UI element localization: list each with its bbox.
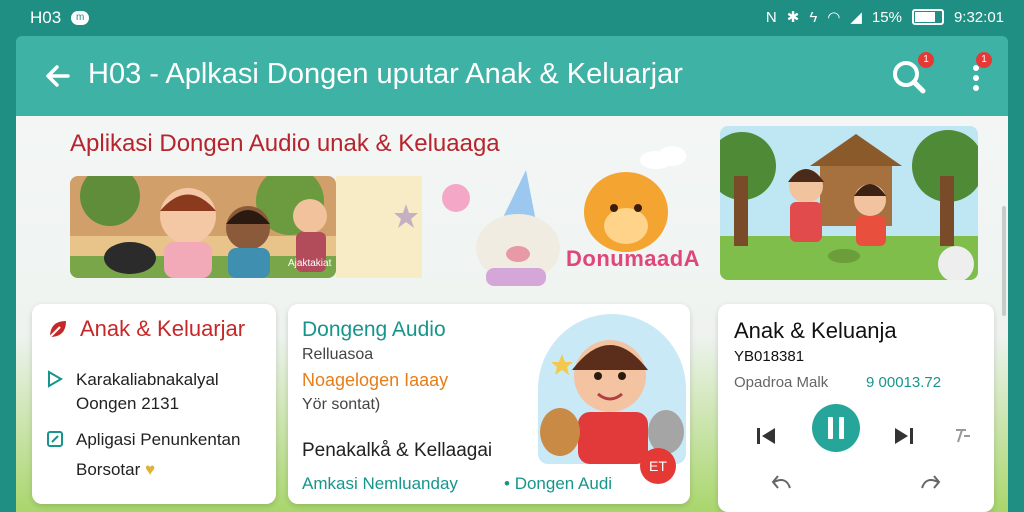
- notification-icon: m: [71, 11, 90, 25]
- skip-next-icon: [895, 428, 913, 444]
- signal-icon: ◢: [850, 9, 862, 26]
- play-arrow-icon: [48, 370, 63, 388]
- rewind-icon: [771, 475, 791, 489]
- skip-previous-icon: [757, 428, 775, 444]
- status-bar: H03 m N ✱ ϟ ◠ ◢ 15% 9:32:01: [0, 0, 1024, 36]
- hero-strip: [336, 176, 422, 278]
- audio-card-highlight: Noagelogen Iaaay: [302, 370, 449, 390]
- next-button[interactable]: [890, 416, 918, 456]
- vibrate-icon: ϟ: [809, 8, 818, 26]
- scrollbar-thumb[interactable]: [1002, 206, 1006, 316]
- forward-button[interactable]: [918, 470, 942, 494]
- family-card[interactable]: Anak & Keluarjar Karakaliabnakalyal Oong…: [32, 304, 276, 504]
- app-bar: H03 - Aplkasi Dongen uputar Anak & Kelua…: [16, 36, 1008, 116]
- previous-button[interactable]: [752, 416, 780, 456]
- carrier-label: H03: [30, 8, 62, 27]
- audio-card-link[interactable]: Amkasi Nemluanday: [302, 474, 458, 494]
- audio-card-line: Relluasoa: [302, 346, 374, 363]
- audio-card-heading: Penakalkå & Kellaagai: [302, 440, 493, 461]
- brand-logo-text: DonumaadA: [566, 246, 701, 271]
- bluetooth-icon: ✱: [786, 9, 800, 26]
- audio-card-title: Dongeng Audio: [302, 318, 446, 341]
- player-meta: Opadroa Malk: [734, 374, 829, 391]
- app-title: H03 - Aplkasi Dongen uputar Anak & Kelua…: [88, 58, 683, 90]
- forward-icon: [921, 475, 941, 489]
- hero-title: Aplikasi Dongen Audio unak & Keluaaga: [70, 130, 500, 157]
- hero-image-caption: Ajaktakiat: [288, 258, 332, 269]
- audio-card-line: Yör sontat): [302, 396, 381, 413]
- family-card-title: Anak & Keluarjar: [80, 316, 246, 341]
- pause-icon: [828, 417, 844, 439]
- search-badge: 1: [918, 52, 934, 68]
- list-item-title: Karakaliabnakalyal: [76, 370, 219, 389]
- audio-story-card[interactable]: Dongeng Audio Relluasoa Noagelogen Iaaay…: [288, 304, 690, 504]
- main-content: Aplikasi Dongen Audio unak & Keluaaga Aj…: [16, 116, 1008, 512]
- list-item[interactable]: Karakaliabnakalyal Oongen 2131: [46, 368, 219, 416]
- player-time: 9 00013.72: [866, 374, 942, 391]
- hero-banner[interactable]: Aplikasi Dongen Audio unak & Keluaaga Aj…: [16, 116, 716, 291]
- search-button[interactable]: 1: [890, 52, 934, 96]
- edit-box-icon: [47, 431, 63, 447]
- wifi-icon: ◠: [827, 9, 841, 26]
- clock: 9:32:01: [953, 8, 1004, 26]
- battery-icon: [911, 9, 944, 25]
- play-button[interactable]: ET: [640, 448, 676, 484]
- playback-speed-icon: [956, 429, 970, 443]
- list-item-subtitle: Oongen 2131: [76, 394, 180, 413]
- more-badge: 1: [976, 52, 992, 68]
- player-title: Anak & Keluanja: [734, 318, 897, 343]
- rewind-button[interactable]: [770, 470, 794, 494]
- audio-card-link[interactable]: • Dongen Audi: [504, 474, 612, 494]
- battery-percent: 15%: [871, 8, 902, 26]
- back-arrow-icon[interactable]: [40, 58, 76, 94]
- speed-button[interactable]: [948, 416, 976, 456]
- leaf-icon: [49, 321, 66, 338]
- cloud-icon: [640, 146, 686, 169]
- player-subtitle: YB018381: [734, 348, 805, 365]
- more-options-button[interactable]: 1: [964, 52, 992, 96]
- audio-card-link-label: Dongen Audi: [514, 474, 613, 493]
- nfc-icon: N: [765, 8, 777, 26]
- featured-story-image[interactable]: [720, 126, 978, 280]
- boy-illustration: [538, 314, 686, 464]
- audio-player-card: Anak & Keluanja YB018381 Opadroa Malk 9 …: [718, 304, 994, 512]
- list-item-subtitle: Borsotar: [76, 460, 141, 479]
- list-item-title: Apligasi Penunkentan: [76, 430, 241, 449]
- list-item[interactable]: Apligasi Penunkentan Borsotar ♥: [46, 428, 240, 482]
- pause-button[interactable]: [812, 404, 860, 452]
- heart-icon: ♥: [144, 460, 156, 479]
- hero-illustration: Ajaktakiat: [70, 176, 336, 278]
